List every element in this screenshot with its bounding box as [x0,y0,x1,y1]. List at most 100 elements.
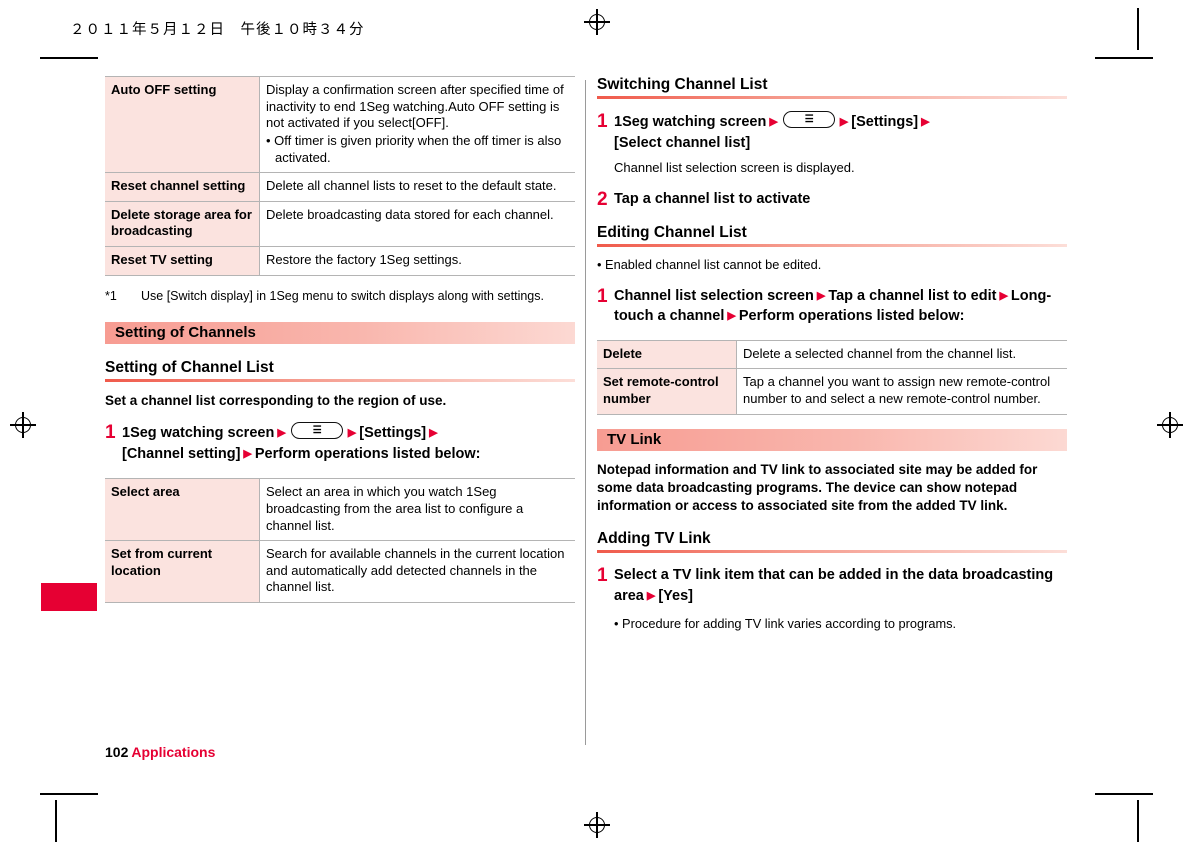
registration-mark-top [584,9,610,35]
step-part-3: [Select channel list] [614,134,751,151]
step-part-2: [Settings] [851,114,919,131]
step-body: Tap a channel list to activate [614,190,811,207]
footnote-mark: *1 [105,288,117,303]
subheading-adding-tv-link: Adding TV Link [597,530,711,548]
step-number: 1 [597,565,608,587]
footer-page-number: 102 [105,744,129,760]
menu-key-icon: ☰ [782,111,835,129]
table-row: Auto OFF setting Display a confirmation … [105,75,575,174]
table-row: Delete Delete a selected channel from th… [597,339,1067,370]
tv-link-intro-text: Notepad information and TV link to assoc… [597,461,1038,514]
intro-text-channel-list: Set a channel list corresponding to the … [105,392,447,408]
arrow-icon: ▶ [769,116,778,129]
table-cell-desc: Select an area in which you watch 1Seg b… [259,478,575,542]
step-part-1: 1Seg watching screen [122,425,275,442]
menu-key-glyph: ☰ [804,113,814,125]
arrow-icon: ▶ [347,427,357,440]
subheading-editing-channel-list: Editing Channel List [597,224,747,242]
step-part-4: Perform operations listed below: [254,445,481,462]
step-body: Select a TV link item that can be added … [614,565,1067,606]
table-row: Set remote-control number Tap a channel … [597,368,1067,415]
print-date-header: ２０１１年５月１２日 午後１０時３４分 [70,22,365,38]
table-cell-desc: Delete all channel lists to reset to the… [259,172,575,202]
page-footer: 102 Applications [105,744,215,760]
channel-setting-table: Select area Select an area in which you … [105,478,575,604]
editing-options-table: Delete Delete a selected channel from th… [597,339,1067,415]
table-cell-name: Reset channel setting [105,172,260,202]
crop-line-left-vertical [1137,8,1139,50]
table-cell-desc: Delete a selected channel from the chann… [736,339,1067,370]
tv-link-procedure-note: • Procedure for adding TV link varies ac… [614,615,957,631]
subheading-rule [597,244,1067,248]
table-cell-desc-text: Display a confirmation screen after spec… [266,82,564,131]
arrow-icon: ▶ [243,447,252,460]
left-column: Auto OFF setting Display a confirmation … [105,75,575,604]
arrow-icon: ▶ [646,589,656,602]
step-1-adding-tv-link: 1 Select a TV link item that can be adde… [597,565,1067,606]
table-cell-bullet: • Off timer is given priority when the o… [266,132,562,165]
settings-table: Auto OFF setting Display a confirmation … [105,75,575,276]
footer-chapter-name: Applications [131,744,216,760]
table-cell-name: Set from current location [105,540,260,604]
page-root: ２０１１年５月１２日 午後１０時３４分 Auto OFF setting Dis… [0,0,1193,850]
step-part-1: Channel list selection screen [614,287,814,304]
subheading-switching-channel-list: Switching Channel List [597,76,768,93]
step-part-1: 1Seg watching screen [614,114,767,131]
table-cell-name: Auto OFF setting [105,75,260,174]
menu-key-icon: ☰ [290,422,343,440]
table-cell-name: Select area [105,478,260,542]
arrow-icon: ▶ [727,310,736,323]
arrow-icon: ▶ [277,427,286,440]
footnote: *1 Use [Switch display] in 1Seg menu to … [105,288,575,304]
table-row: Reset TV setting Restore the factory 1Se… [105,246,575,276]
table-cell-desc: Search for available channels in the cur… [259,540,575,604]
registration-mark-left [10,412,36,438]
table-row: Delete storage area for broadcasting Del… [105,201,575,248]
right-column: Switching Channel List 1 1Seg watching s… [597,76,1067,632]
subheading-setting-of-channel-list: Setting of Channel List [105,358,274,376]
step-number: 1 [597,111,608,133]
editing-note: • Enabled channel list cannot be edited. [597,257,822,273]
subheading-rule [597,550,1067,554]
menu-key-glyph: ☰ [312,424,322,436]
crop-line-top-right [1095,57,1153,59]
table-cell-name: Set remote-control number [597,368,737,415]
step-1-left: 1 1Seg watching screen ▶ ☰ ▶ [Settings] ▶ [Ch… [105,422,575,464]
section-band-tv-link: TV Link [597,428,1067,451]
table-cell-name: Reset TV setting [105,246,260,276]
crop-line-bottom-right [1095,793,1153,795]
step-1-editing: 1 Channel list selection screen ▶ Tap a ch… [597,286,1067,327]
step-number: 1 [105,422,116,444]
crop-line-bottom-left [40,793,98,795]
table-cell-desc: Restore the factory 1Seg settings. [259,246,575,276]
table-cell-name: Delete storage area for broadcasting [105,201,260,248]
step-part-4: Perform operations listed below: [738,308,965,325]
section-band-setting-of-channels: Setting of Channels [105,321,575,344]
step-body: 1Seg watching screen ▶ ☰ ▶ [Settings] ▶ [Sele… [614,111,1067,153]
arrow-icon: ▶ [816,289,826,302]
chapter-thumb-tab [41,583,97,611]
arrow-icon: ▶ [921,116,930,129]
table-cell-desc: Display a confirmation screen after spec… [259,75,575,174]
step-2-switching: 2 Tap a channel list to activate [597,189,1067,210]
subheading-rule [597,96,1067,100]
step-note-channel-list-displayed: Channel list selection screen is display… [614,160,855,176]
step-part-2: Tap a channel list to edit [828,287,997,304]
step-part-2: [Settings] [359,425,427,442]
arrow-icon: ▶ [839,116,849,129]
arrow-icon: ▶ [429,427,438,440]
arrow-icon: ▶ [999,289,1008,302]
step-number: 2 [597,188,608,210]
footnote-text: Use [Switch display] in 1Seg menu to swi… [141,288,544,303]
registration-mark-bottom [584,812,610,838]
step-body: Channel list selection screen ▶ Tap a chan… [614,286,1067,327]
step-body: 1Seg watching screen ▶ ☰ ▶ [Settings] ▶ [Chan… [122,422,575,464]
step-number: 1 [597,285,608,307]
crop-line-top-left [40,57,98,59]
subheading-rule [105,378,575,382]
registration-mark-right [1157,412,1183,438]
table-cell-name: Delete [597,339,737,370]
column-divider [585,80,586,745]
table-row: Reset channel setting Delete all channel… [105,172,575,202]
table-row: Select area Select an area in which you … [105,478,575,542]
